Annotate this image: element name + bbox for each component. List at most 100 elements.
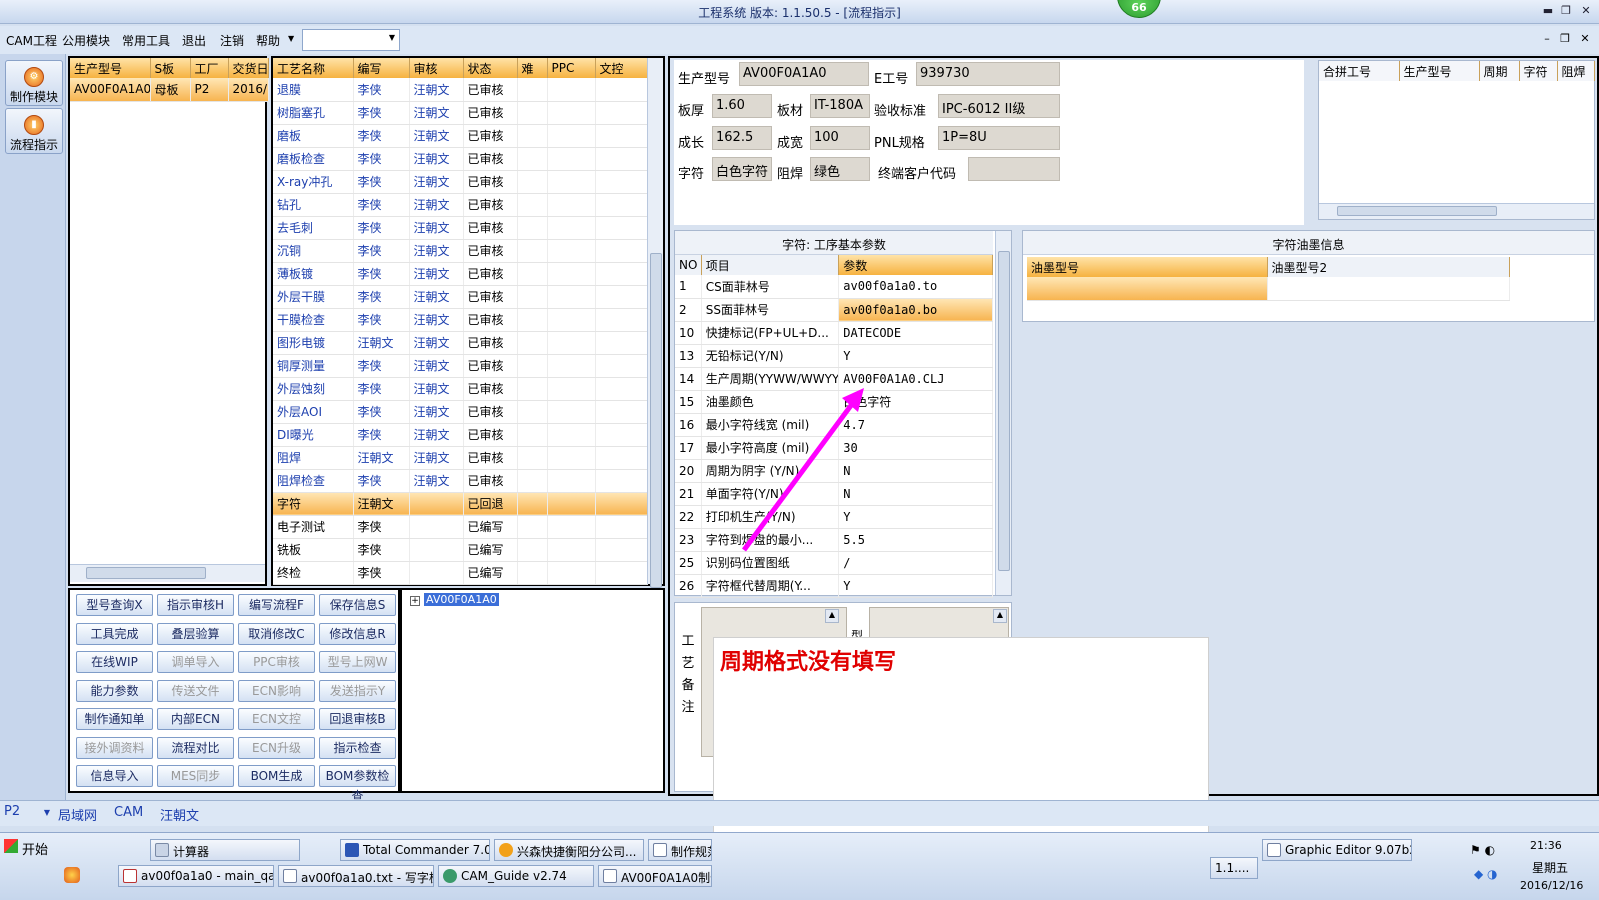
action-button[interactable]: 制作通知单 (76, 708, 153, 730)
col-s-board[interactable]: S板 (150, 58, 191, 78)
table-row[interactable]: 铣板 李侠 已编写 (273, 538, 648, 562)
action-button[interactable]: ECN升级 (238, 736, 315, 759)
col-combine-mask[interactable]: 阻焊 (1557, 61, 1595, 81)
action-button[interactable]: 信息导入 (76, 765, 153, 787)
action-button[interactable]: 调单导入 (157, 651, 234, 673)
action-button[interactable]: BOM参数检查 (319, 765, 396, 803)
action-button[interactable]: 编写流程F (238, 594, 315, 616)
table-row[interactable]: 铜厚测量 李侠 汪朝文 已审核 (273, 354, 648, 378)
thickness-field[interactable]: 1.60 (712, 94, 772, 118)
table-row[interactable]: 薄板镀 李侠 汪朝文 已审核 (273, 262, 648, 286)
col-process[interactable]: 工艺名称 (273, 58, 354, 78)
col-ppc[interactable]: PPC (547, 58, 596, 78)
tree-root[interactable]: AV00F0A1A0 (424, 593, 499, 606)
model-field[interactable]: AV00F0A1A0 (739, 62, 869, 86)
table-row[interactable]: 干膜检查 李侠 汪朝文 已审核 (273, 308, 648, 332)
network-icon[interactable]: ◆ ◑ (1474, 867, 1498, 881)
e-no-field[interactable]: 939730 (916, 62, 1060, 86)
table-row[interactable]: 沉铜 李侠 汪朝文 已审核 (273, 239, 648, 263)
action-button[interactable]: BOM生成 (238, 765, 315, 787)
status-combo[interactable]: P2 ▼ (4, 804, 52, 824)
table-row[interactable]: 10 快捷标记(FP+UL+D... DATECODE (675, 321, 993, 345)
task-calculator[interactable]: 计算器 (150, 839, 300, 861)
solder-mask-field[interactable]: 绿色 (810, 157, 870, 181)
action-button[interactable]: ECN影响 (238, 679, 315, 702)
action-button[interactable]: 流程对比 (157, 736, 234, 759)
task-company[interactable]: 兴森快捷衡阳分公司... (494, 839, 644, 861)
task-main-qa[interactable]: av00f0a1a0 - main_qa (118, 865, 274, 887)
table-row[interactable]: 字符 汪朝文 已回退 (273, 492, 648, 516)
table-row[interactable]: 终检 李侠 已编写 (273, 561, 648, 585)
mdi-restore-icon[interactable]: ❐ (1558, 32, 1572, 45)
action-button[interactable]: 传送文件 (157, 679, 234, 702)
minimize-icon[interactable]: ▬ (1540, 4, 1556, 17)
combine-hscroll[interactable] (1319, 203, 1594, 219)
col-combine-no[interactable]: 合拼工号 (1319, 61, 1400, 81)
width-field[interactable]: 100 (810, 126, 870, 150)
action-button[interactable]: 保存信息S (319, 594, 396, 616)
col-status[interactable]: 状态 (463, 58, 518, 78)
standard-field[interactable]: IPC-6012 II级 (938, 94, 1060, 118)
tray-icons[interactable]: ⚑ ◐ (1470, 843, 1495, 857)
col-param[interactable]: 参数 (838, 255, 993, 275)
scroll-up-icon[interactable]: ▲ (825, 609, 839, 623)
table-row[interactable]: 磨板检查 李侠 汪朝文 已审核 (273, 147, 648, 171)
legend-field[interactable]: 白色字符 (712, 157, 772, 181)
table-row[interactable]: 退膜 李侠 汪朝文 已审核 (273, 78, 648, 102)
params-vscroll[interactable] (995, 231, 1011, 595)
action-button[interactable]: 发送指示Y (319, 679, 396, 702)
action-button[interactable]: MES同步 (157, 765, 234, 787)
table-row[interactable]: 阻焊 汪朝文 汪朝文 已审核 (273, 446, 648, 470)
action-button[interactable]: 能力参数 (76, 679, 153, 702)
pnl-field[interactable]: 1P=8U (938, 126, 1060, 150)
menu-tools[interactable]: 常用工具 (122, 32, 170, 49)
col-combine-cycle[interactable]: 周期 (1479, 61, 1520, 81)
table-row[interactable]: 阻焊检查 李侠 汪朝文 已审核 (273, 469, 648, 493)
table-row[interactable]: X-ray冲孔 李侠 汪朝文 已审核 (273, 170, 648, 194)
table-row[interactable]: AV00F0A1A0 母板 P2 2016/ (70, 78, 269, 102)
menu-cam[interactable]: CAM工程 (6, 32, 57, 49)
table-row[interactable]: 2 SS面菲林号 av00f0a1a0.bo (675, 298, 993, 322)
action-button[interactable]: 内部ECN (157, 708, 234, 730)
maximize-icon[interactable]: ❐ (1558, 4, 1574, 17)
col-combine-model[interactable]: 生产型号 (1399, 61, 1480, 81)
col-no[interactable]: NO (675, 255, 702, 275)
task-av00[interactable]: AV00F0A1A0制作 (598, 865, 712, 887)
col-combine-legend[interactable]: 字符 (1519, 61, 1558, 81)
close-icon[interactable]: ✕ (1578, 4, 1594, 17)
col-ink2[interactable]: 油墨型号2 (1267, 257, 1510, 277)
menu-help[interactable]: 帮助 (256, 32, 280, 49)
expand-icon[interactable]: + (410, 596, 420, 606)
table-row[interactable]: DI曝光 李侠 汪朝文 已审核 (273, 423, 648, 447)
table-row[interactable]: 外层蚀刻 李侠 汪朝文 已审核 (273, 377, 648, 401)
col-item[interactable]: 项目 (701, 255, 840, 275)
process-vscroll[interactable] (647, 58, 663, 588)
task-version[interactable]: 1.1.... (1210, 857, 1258, 879)
col-model[interactable]: 生产型号 (70, 58, 151, 78)
length-field[interactable]: 162.5 (712, 126, 772, 150)
action-button[interactable]: ECN文控 (238, 708, 315, 730)
model-hscroll[interactable] (70, 564, 265, 582)
col-ink[interactable]: 油墨型号 (1027, 257, 1268, 277)
table-row[interactable]: 外层AOI 李侠 汪朝文 已审核 (273, 400, 648, 424)
app-icon[interactable] (64, 867, 80, 883)
material-field[interactable]: IT-180A (810, 94, 870, 118)
table-row[interactable]: 图形电镀 汪朝文 汪朝文 已审核 (273, 331, 648, 355)
col-reviewer[interactable]: 审核 (409, 58, 464, 78)
menu-combo[interactable]: ▼ (302, 29, 400, 51)
col-doc[interactable]: 文控 (595, 58, 648, 78)
sidebar-item-process-guide[interactable]: ▮ 流程指示 (5, 108, 63, 154)
mdi-close-icon[interactable]: ✕ (1578, 32, 1592, 45)
action-button[interactable]: 指示审核H (157, 594, 234, 616)
table-row[interactable]: 26 字符框代替周期(Y... Y (675, 574, 993, 598)
task-spec[interactable]: 制作规范 (648, 839, 712, 861)
table-row[interactable]: 去毛刺 李侠 汪朝文 已审核 (273, 216, 648, 240)
action-button[interactable]: 型号查询X (76, 594, 153, 616)
menu-logout[interactable]: 注销 (220, 32, 244, 49)
table-row[interactable]: 钻孔 李侠 汪朝文 已审核 (273, 193, 648, 217)
task-graphic-editor[interactable]: Graphic Editor 9.07b2 (... (1262, 839, 1412, 861)
scroll-up-icon-2[interactable]: ▲ (993, 609, 1007, 623)
start-button[interactable]: 开始 (2, 835, 52, 859)
table-row[interactable]: 电子测试 李侠 已编写 (273, 515, 648, 539)
menu-exit[interactable]: 退出 (182, 32, 206, 49)
